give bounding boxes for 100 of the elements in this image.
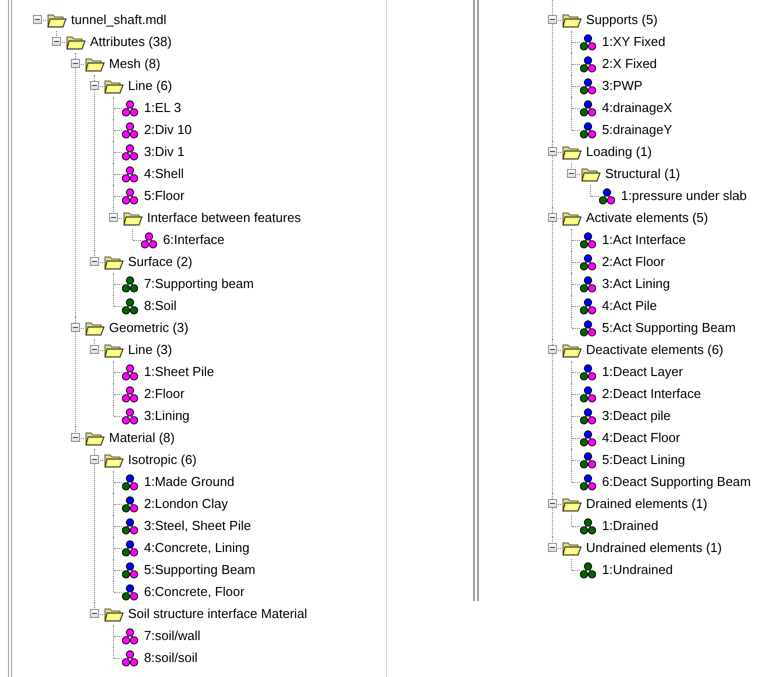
node-cluster-icon bbox=[122, 100, 138, 116]
item-label[interactable]: 6:Deact Supporting Beam bbox=[600, 474, 753, 490]
collapse-toggle[interactable] bbox=[71, 323, 80, 332]
node-cluster-icon bbox=[122, 144, 138, 160]
node-cluster-icon bbox=[580, 430, 596, 446]
item-label[interactable]: 3:Div 1 bbox=[142, 144, 186, 160]
item-label[interactable]: 4:Deact Floor bbox=[600, 430, 682, 446]
collapse-toggle[interactable] bbox=[548, 345, 557, 354]
folder-label[interactable]: Mesh (8) bbox=[107, 56, 162, 72]
node-cluster-icon bbox=[580, 298, 596, 314]
collapse-toggle[interactable] bbox=[33, 15, 42, 24]
item-label[interactable]: 5:Floor bbox=[142, 188, 186, 204]
item-label[interactable]: 1:Undrained bbox=[600, 562, 675, 578]
folder-icon bbox=[562, 210, 582, 226]
collapse-toggle[interactable] bbox=[90, 257, 99, 266]
item-label[interactable]: 4:Shell bbox=[142, 166, 186, 182]
item-label[interactable]: 1:XY Fixed bbox=[600, 34, 668, 50]
folder-label[interactable]: Deactivate elements (6) bbox=[584, 342, 726, 358]
collapse-toggle[interactable] bbox=[90, 455, 99, 464]
node-cluster-icon bbox=[580, 386, 596, 402]
item-label[interactable]: 3:PWP bbox=[600, 78, 644, 94]
folder-label[interactable]: Surface (2) bbox=[126, 254, 194, 270]
node-cluster-icon bbox=[122, 584, 138, 600]
folder-label[interactable]: Line (3) bbox=[126, 342, 174, 358]
collapse-toggle[interactable] bbox=[548, 543, 557, 552]
item-label[interactable]: 1:pressure under slab bbox=[619, 188, 749, 204]
node-cluster-icon bbox=[580, 408, 596, 424]
node-cluster-icon bbox=[580, 518, 596, 534]
item-label[interactable]: 4:Concrete, Lining bbox=[142, 540, 252, 556]
folder-label[interactable]: Soil structure interface Material bbox=[126, 606, 310, 622]
collapse-toggle[interactable] bbox=[71, 59, 80, 68]
item-label[interactable]: 6:Interface bbox=[161, 232, 226, 248]
folder-label[interactable]: Supports (5) bbox=[584, 12, 660, 28]
item-label[interactable]: 2:Floor bbox=[142, 386, 186, 402]
item-label[interactable]: 4:Act Pile bbox=[600, 298, 659, 314]
folder-label[interactable]: Structural (1) bbox=[603, 166, 682, 182]
folder-label[interactable]: Undrained elements (1) bbox=[584, 540, 724, 556]
folder-label[interactable]: Activate elements (5) bbox=[584, 210, 710, 226]
folder-label[interactable]: Line (6) bbox=[126, 78, 174, 94]
item-label[interactable]: 1:EL 3 bbox=[142, 100, 184, 116]
folder-label[interactable]: Geometric (3) bbox=[107, 320, 190, 336]
collapse-toggle[interactable] bbox=[548, 213, 557, 222]
item-label[interactable]: 1:Deact Layer bbox=[600, 364, 685, 380]
item-label[interactable]: 8:soil/soil bbox=[142, 650, 200, 666]
collapse-toggle[interactable] bbox=[548, 15, 557, 24]
folder-label[interactable]: Attributes (38) bbox=[88, 34, 174, 50]
folder-label[interactable]: tunnel_shaft.mdl bbox=[69, 12, 168, 28]
folder-icon bbox=[104, 606, 124, 622]
item-label[interactable]: 3:Lining bbox=[142, 408, 192, 424]
collapse-toggle[interactable] bbox=[567, 169, 576, 178]
node-cluster-icon bbox=[580, 474, 596, 490]
item-label[interactable]: 2:London Clay bbox=[142, 496, 230, 512]
item-label[interactable]: 5:drainageY bbox=[600, 122, 674, 138]
node-cluster-icon bbox=[122, 518, 138, 534]
collapse-toggle[interactable] bbox=[90, 81, 99, 90]
folder-icon bbox=[562, 496, 582, 512]
item-label[interactable]: 4:drainageX bbox=[600, 100, 674, 116]
item-label[interactable]: 1:Made Ground bbox=[142, 474, 236, 490]
node-cluster-icon bbox=[122, 298, 138, 314]
folder-icon bbox=[104, 452, 124, 468]
item-label[interactable]: 3:Deact pile bbox=[600, 408, 673, 424]
item-label[interactable]: 8:Soil bbox=[142, 298, 179, 314]
folder-label[interactable]: Loading (1) bbox=[584, 144, 654, 160]
collapse-toggle[interactable] bbox=[52, 37, 61, 46]
item-label[interactable]: 2:Deact Interface bbox=[600, 386, 703, 402]
collapse-toggle[interactable] bbox=[90, 609, 99, 618]
folder-label[interactable]: Material (8) bbox=[107, 430, 177, 446]
folder-label[interactable]: Isotropic (6) bbox=[126, 452, 199, 468]
item-label[interactable]: 1:Act Interface bbox=[600, 232, 688, 248]
item-label[interactable]: 5:Act Supporting Beam bbox=[600, 320, 738, 336]
item-label[interactable]: 3:Steel, Sheet Pile bbox=[142, 518, 253, 534]
item-label[interactable]: 3:Act Lining bbox=[600, 276, 672, 292]
folder-label[interactable]: Drained elements (1) bbox=[584, 496, 710, 512]
collapse-toggle[interactable] bbox=[548, 499, 557, 508]
item-label[interactable]: 2:Div 10 bbox=[142, 122, 194, 138]
node-cluster-icon bbox=[122, 474, 138, 490]
item-label[interactable]: 7:Supporting beam bbox=[142, 276, 256, 292]
item-label[interactable]: 5:Deact Lining bbox=[600, 452, 688, 468]
node-cluster-icon bbox=[122, 364, 138, 380]
item-label[interactable]: 2:Act Floor bbox=[600, 254, 667, 270]
node-cluster-icon bbox=[599, 188, 615, 204]
node-cluster-icon bbox=[141, 232, 157, 248]
item-label[interactable]: 2:X Fixed bbox=[600, 56, 659, 72]
collapse-toggle[interactable] bbox=[90, 345, 99, 354]
node-cluster-icon bbox=[580, 56, 596, 72]
folder-icon bbox=[562, 144, 582, 160]
item-label[interactable]: 1:Sheet Pile bbox=[142, 364, 216, 380]
collapse-toggle[interactable] bbox=[548, 147, 557, 156]
item-label[interactable]: 6:Concrete, Floor bbox=[142, 584, 246, 600]
node-cluster-icon bbox=[580, 100, 596, 116]
collapse-toggle[interactable] bbox=[109, 213, 118, 222]
collapse-toggle[interactable] bbox=[71, 433, 80, 442]
node-cluster-icon bbox=[122, 408, 138, 424]
item-label[interactable]: 7:soil/wall bbox=[142, 628, 202, 644]
node-cluster-icon bbox=[580, 364, 596, 380]
item-label[interactable]: 5:Supporting Beam bbox=[142, 562, 258, 578]
folder-icon bbox=[47, 12, 67, 28]
node-cluster-icon bbox=[580, 320, 596, 336]
folder-label[interactable]: Interface between features bbox=[145, 210, 303, 226]
item-label[interactable]: 1:Drained bbox=[600, 518, 660, 534]
